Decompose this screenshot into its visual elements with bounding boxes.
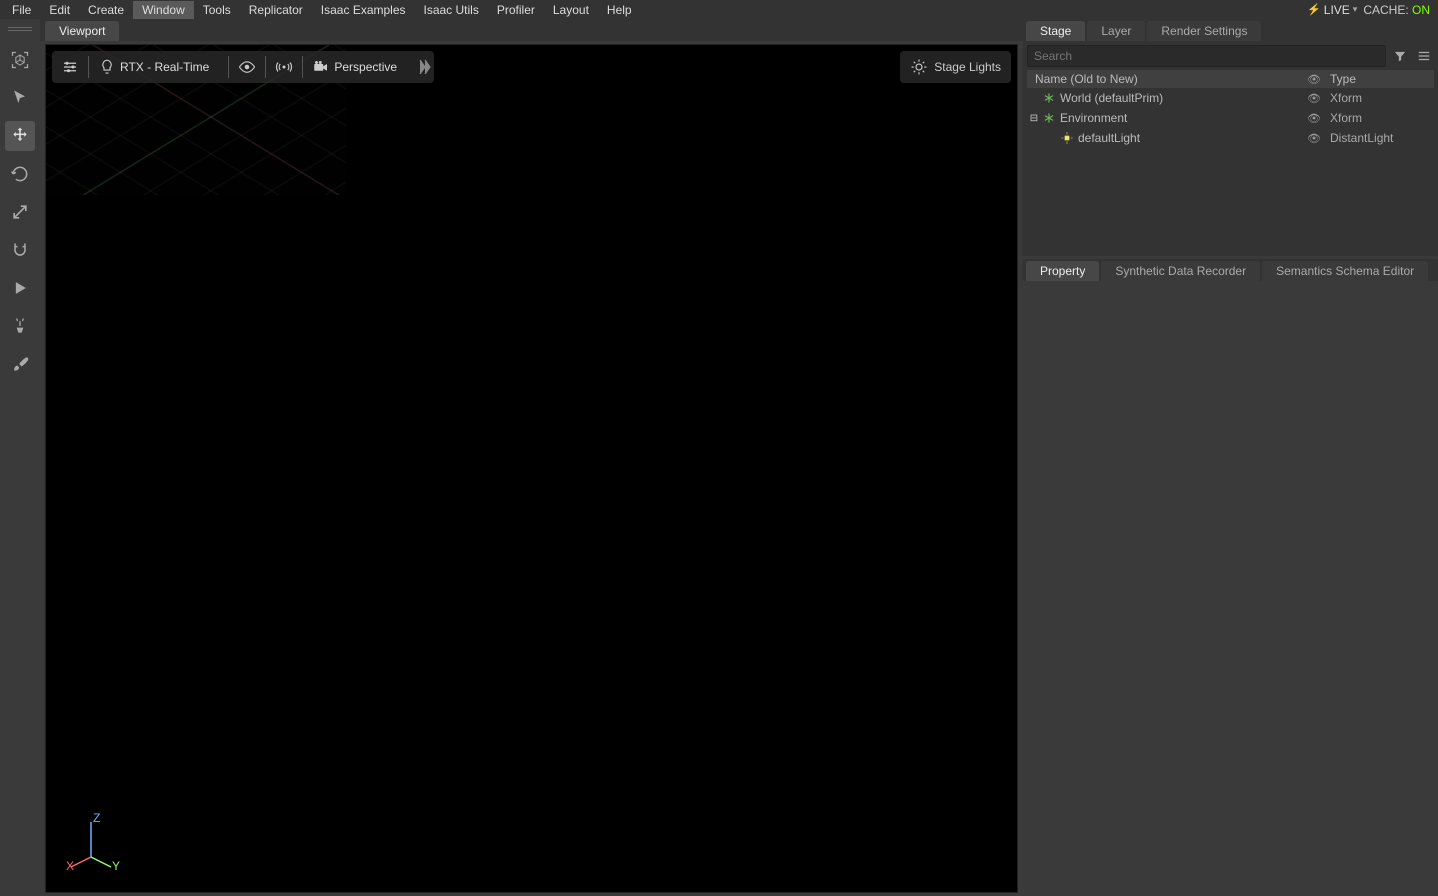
stage-panel: Name (Old to New) Type World (defaultPri… [1023,41,1438,256]
play-icon [10,278,30,298]
menu-window[interactable]: Window [133,1,194,19]
scale-icon [10,202,30,222]
row-type: DistantLight [1326,131,1434,145]
tab-stage[interactable]: Stage [1026,21,1085,41]
visibility-toggle[interactable] [1302,131,1326,145]
stage-lights-label: Stage Lights [934,60,1001,74]
left-toolbar [0,19,40,896]
tab-synthetic-data-recorder[interactable]: Synthetic Data Recorder [1101,261,1260,281]
camera-button[interactable]: Perspective [303,51,416,83]
options-button[interactable] [1414,46,1434,66]
xform-icon [1041,90,1057,106]
eye-icon [1307,72,1321,86]
stage-lights-button[interactable]: Stage Lights [900,51,1011,83]
lightbulb-icon [98,58,116,76]
cursor-icon [10,88,30,108]
toolbar-overflow[interactable] [416,57,434,77]
row-type: Xform [1326,111,1434,125]
brush-icon [10,354,30,374]
menu-isaac-utils[interactable]: Isaac Utils [415,1,488,19]
play-button[interactable] [5,273,35,303]
sun-icon [910,58,928,76]
camera-label: Perspective [330,60,407,74]
lightning-icon: ⚡ [1307,3,1321,16]
tab-render-settings[interactable]: Render Settings [1147,21,1261,41]
chevron-right-icon [418,57,432,77]
brush-tool-button[interactable] [5,349,35,379]
renderer-button[interactable]: RTX - Real-Time [89,51,228,83]
live-label: LIVE [1324,3,1350,17]
chevron-down-icon[interactable]: ▾ [1353,4,1358,15]
row-label: defaultLight [1075,131,1302,145]
live-status[interactable]: ⚡ LIVE ▾ [1307,3,1357,17]
filter-icon [1393,49,1407,63]
menu-tools[interactable]: Tools [194,1,240,19]
renderer-label: RTX - Real-Time [116,60,219,74]
svg-text:Y: Y [112,859,120,872]
physics-icon [10,316,30,336]
column-name[interactable]: Name (Old to New) [1027,72,1302,86]
expand-toggle[interactable]: ⊟ [1027,113,1041,124]
row-label: World (defaultPrim) [1057,91,1302,105]
menu-help[interactable]: Help [598,1,641,19]
scale-tool-button[interactable] [5,197,35,227]
row-type: Xform [1326,91,1434,105]
stage-tree[interactable]: World (defaultPrim) Xform ⊟ Environment Xfor… [1027,88,1434,256]
menu-edit[interactable]: Edit [40,1,79,19]
magnet-icon [10,240,30,260]
hamburger-icon [1417,49,1431,63]
menubar: File Edit Create Window Tools Replicator… [3,1,641,19]
cache-label: CACHE: [1363,3,1408,17]
svg-text:Z: Z [93,812,100,825]
rotate-tool-button[interactable] [5,159,35,189]
menu-isaac-examples[interactable]: Isaac Examples [312,1,415,19]
row-label: Environment [1057,111,1302,125]
filter-button[interactable] [1390,46,1410,66]
column-type[interactable]: Type [1326,72,1434,86]
toolbar-grip[interactable] [8,27,32,33]
viewport[interactable]: RTX - Real-Time Perspective [45,44,1018,893]
table-row[interactable]: defaultLight DistantLight [1027,128,1434,148]
sliders-icon [61,58,79,76]
column-visibility[interactable] [1302,72,1326,86]
rotate-icon [10,164,30,184]
select-tool-button[interactable] [5,83,35,113]
visibility-toggle[interactable] [1302,91,1326,105]
viewport-settings-button[interactable] [52,51,88,83]
menu-file[interactable]: File [3,1,40,19]
menu-create[interactable]: Create [79,1,133,19]
move-icon [10,126,30,146]
light-icon [1059,130,1075,146]
frame-icon [10,50,30,70]
snap-tool-button[interactable] [5,235,35,265]
tab-viewport[interactable]: Viewport [45,21,119,41]
svg-text:X: X [66,859,74,872]
menu-replicator[interactable]: Replicator [240,1,312,19]
table-row[interactable]: ⊟ Environment Xform [1027,108,1434,128]
camera-icon [312,58,330,76]
property-panel [1023,281,1438,896]
tab-property[interactable]: Property [1026,261,1099,281]
visibility-button[interactable] [229,51,265,83]
visibility-toggle[interactable] [1302,111,1326,125]
axis-gizmo[interactable]: Z X Y [66,812,126,872]
eye-icon [238,58,256,76]
physics-tool-button[interactable] [5,311,35,341]
frame-tool-button[interactable] [5,45,35,75]
audio-button[interactable] [266,51,302,83]
move-tool-button[interactable] [5,121,35,151]
audio-icon [275,58,293,76]
tab-semantics-schema-editor[interactable]: Semantics Schema Editor [1262,261,1428,281]
search-input[interactable] [1027,45,1386,67]
xform-icon [1041,110,1057,126]
menu-profiler[interactable]: Profiler [488,1,544,19]
stage-column-header[interactable]: Name (Old to New) Type [1027,70,1434,88]
cache-status[interactable]: CACHE: ON [1363,3,1430,17]
tab-layer[interactable]: Layer [1087,21,1145,41]
cache-value: ON [1412,3,1430,17]
table-row[interactable]: World (defaultPrim) Xform [1027,88,1434,108]
menu-layout[interactable]: Layout [544,1,598,19]
